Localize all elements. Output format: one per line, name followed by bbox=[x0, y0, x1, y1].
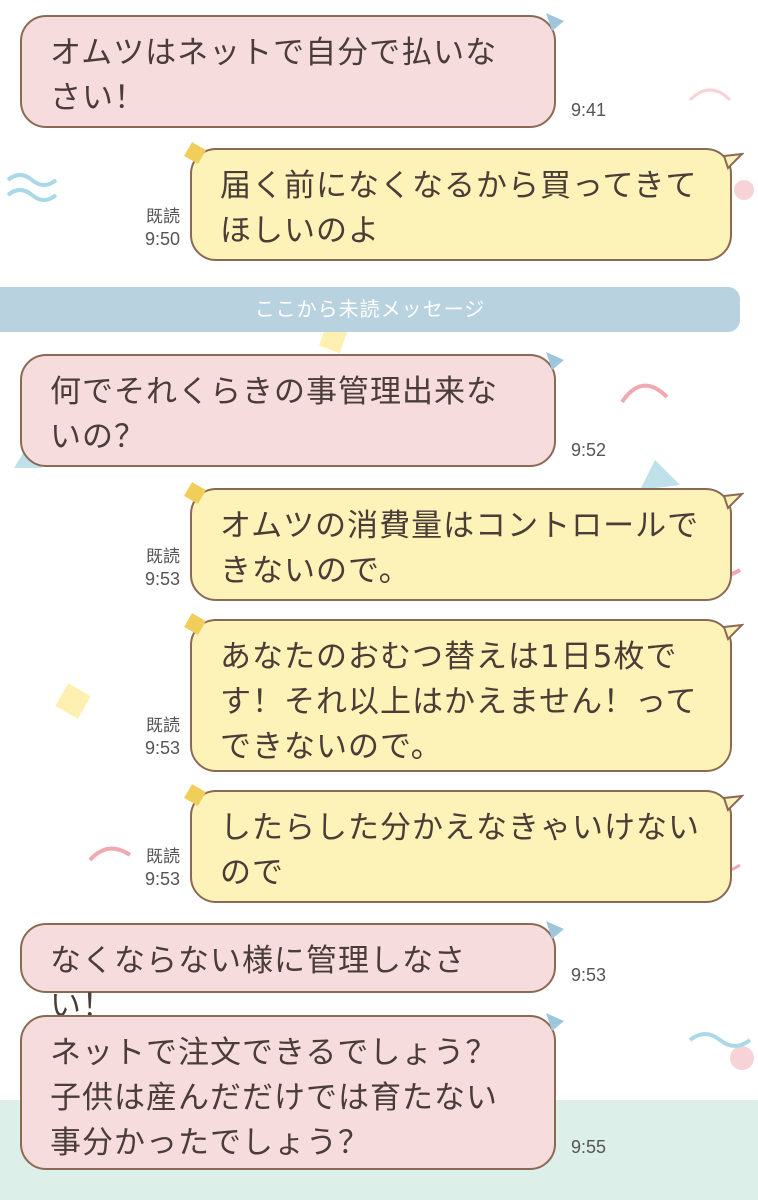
message-text: 何でそれくらきの事管理出来ないの？ bbox=[50, 374, 498, 455]
message-text: なくならない様に管理しなさい！ bbox=[50, 943, 466, 1024]
message-time: 9:41 bbox=[571, 100, 607, 120]
bubble-tail-icon bbox=[722, 623, 744, 641]
message-text: オムツはネットで自分で払いなさい！ bbox=[50, 35, 498, 116]
message-time: 9:53 bbox=[144, 869, 180, 889]
message-time: 9:50 bbox=[144, 229, 180, 249]
message-time: 9:53 bbox=[571, 965, 607, 985]
message-text: したらした分かえなきゃいけないので bbox=[220, 810, 700, 891]
message-time: 9:55 bbox=[571, 1137, 607, 1157]
bubble-tail-icon bbox=[546, 352, 564, 370]
outgoing-message-bubble[interactable]: 届く前になくなるから買ってきてほしいのよ bbox=[184, 142, 744, 261]
read-receipt: 既読 bbox=[146, 847, 180, 867]
message-time: 9:53 bbox=[144, 738, 180, 758]
incoming-message-bubble[interactable]: オムツはネットで自分で払いなさい！ bbox=[20, 13, 564, 128]
outgoing-message-bubble[interactable]: あなたのおむつ替えは1日5枚です！それ以上はかえません！ってできないので。 bbox=[184, 613, 744, 772]
incoming-message-bubble[interactable]: ネットで注文できるでしょう？子供は産んだだけでは育たない事分かったでしょう？ bbox=[20, 1013, 564, 1170]
message-text: オムツの消費量はコントロールできないので。 bbox=[220, 508, 700, 589]
bubble-tail-icon bbox=[722, 492, 744, 510]
read-receipt: 既読 bbox=[146, 207, 180, 227]
bubble-tail-icon bbox=[546, 1013, 564, 1031]
bubble-deco-icon bbox=[184, 142, 206, 164]
unread-divider: ここから未読メッセージ bbox=[0, 287, 740, 332]
message-meta: 既読 9:53 bbox=[120, 846, 180, 890]
message-meta: 既読 9:50 bbox=[120, 206, 180, 250]
outgoing-message-bubble[interactable]: オムツの消費量はコントロールできないので。 bbox=[184, 482, 744, 601]
message-text: ネットで注文できるでしょう？子供は産んだだけでは育たない事分かったでしょう？ bbox=[50, 1035, 498, 1161]
incoming-message-bubble[interactable]: 何でそれくらきの事管理出来ないの？ bbox=[20, 352, 564, 467]
message-text: あなたのおむつ替えは1日5枚です！それ以上はかえません！ってできないので。 bbox=[220, 639, 698, 765]
outgoing-message-bubble[interactable]: したらした分かえなきゃいけないので bbox=[184, 784, 744, 903]
incoming-message-bubble[interactable]: なくならない様に管理しなさい！ bbox=[20, 921, 564, 1024]
bubble-tail-icon bbox=[722, 794, 744, 812]
message-meta: 既読 9:53 bbox=[120, 546, 180, 590]
bubble-tail-icon bbox=[546, 921, 564, 939]
message-time: 9:53 bbox=[144, 569, 180, 589]
bubble-deco-icon bbox=[184, 784, 206, 806]
message-text: 届く前になくなるから買ってきてほしいのよ bbox=[220, 168, 698, 249]
bubble-tail-icon bbox=[546, 13, 564, 31]
message-meta: 既読 9:53 bbox=[120, 715, 180, 759]
bubble-deco-icon bbox=[184, 482, 206, 504]
read-receipt: 既読 bbox=[146, 547, 180, 567]
bubble-tail-icon bbox=[722, 152, 744, 170]
bubble-deco-icon bbox=[184, 613, 206, 635]
read-receipt: 既読 bbox=[146, 716, 180, 736]
message-time: 9:52 bbox=[571, 440, 607, 460]
